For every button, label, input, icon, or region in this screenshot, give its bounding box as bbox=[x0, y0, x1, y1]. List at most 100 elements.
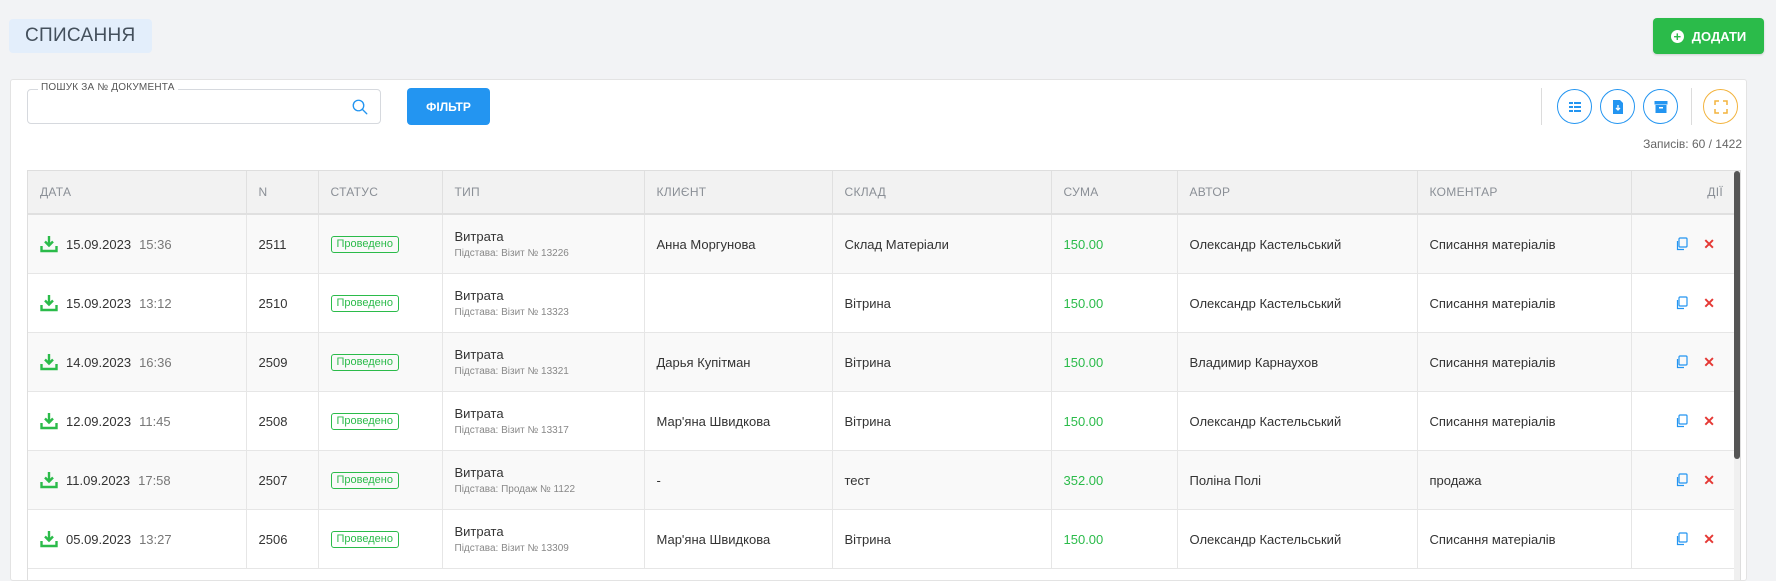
delete-icon[interactable]: ✕ bbox=[1703, 295, 1715, 312]
cell-actions: ✕ bbox=[1631, 273, 1735, 333]
add-button-label: ДОДАТИ bbox=[1691, 28, 1747, 44]
cell-actions: ✕ bbox=[1631, 450, 1735, 510]
column-header-n[interactable]: N bbox=[246, 171, 319, 215]
column-header-sum[interactable]: СУМА bbox=[1051, 171, 1178, 215]
scrollbar-thumb[interactable] bbox=[1734, 171, 1740, 459]
download-icon[interactable] bbox=[40, 294, 58, 312]
column-header-author[interactable]: АВТОР bbox=[1177, 171, 1418, 215]
export-icon[interactable] bbox=[1600, 89, 1635, 124]
cell-client: Анна Моргунова bbox=[644, 214, 833, 274]
basis-link[interactable]: Підстава: Продаж № 1122 bbox=[455, 484, 632, 495]
cell-comment: Списання матеріалів bbox=[1417, 391, 1632, 451]
column-header-warehouse[interactable]: СКЛАД bbox=[832, 171, 1052, 215]
search-icon[interactable] bbox=[351, 98, 369, 116]
download-icon[interactable] bbox=[40, 412, 58, 430]
basis-link[interactable]: Підстава: Візит № 13226 bbox=[455, 248, 632, 259]
column-header-client[interactable]: КЛИЄНТ bbox=[644, 171, 833, 215]
delete-icon[interactable]: ✕ bbox=[1703, 531, 1715, 548]
cell-type: Витрата Підстава: Візит № 13321 bbox=[442, 332, 645, 392]
fullscreen-icon[interactable] bbox=[1703, 89, 1738, 124]
cell-actions: ✕ bbox=[1631, 214, 1735, 274]
delete-icon[interactable]: ✕ bbox=[1703, 413, 1715, 430]
delete-icon[interactable]: ✕ bbox=[1703, 236, 1715, 253]
filter-button[interactable]: ФІЛЬТР bbox=[407, 88, 490, 125]
table-row[interactable]: 11.09.2023 17:58 2507 Проведено Витрата Підст… bbox=[28, 450, 1735, 510]
download-icon[interactable] bbox=[40, 353, 58, 371]
status-badge: Проведено bbox=[330, 472, 399, 489]
copy-icon[interactable] bbox=[1675, 414, 1689, 428]
type-value: Витрата bbox=[454, 406, 504, 421]
cell-date: 12.09.2023 11:45 bbox=[28, 391, 247, 451]
cell-warehouse: Вітрина bbox=[832, 391, 1052, 451]
cell-type: Витрата Підстава: Візит № 13317 bbox=[442, 391, 645, 451]
basis-link[interactable]: Підстава: Візит № 13323 bbox=[455, 307, 632, 318]
add-button[interactable]: + ДОДАТИ bbox=[1653, 18, 1764, 54]
column-header-date[interactable]: ДАТА bbox=[28, 171, 247, 215]
status-badge: Проведено bbox=[330, 413, 399, 430]
toolbar-divider bbox=[1691, 88, 1692, 125]
copy-icon[interactable] bbox=[1675, 473, 1689, 487]
column-header-status[interactable]: СТАТУС bbox=[318, 171, 443, 215]
search-input[interactable] bbox=[28, 90, 350, 125]
time-value: 11:45 bbox=[139, 413, 171, 429]
download-icon[interactable] bbox=[40, 235, 58, 253]
date-value: 15.09.2023 bbox=[66, 236, 132, 252]
cell-warehouse: тест bbox=[832, 450, 1052, 510]
cell-sum: 150.00 bbox=[1051, 273, 1178, 333]
cell-warehouse: Вітрина bbox=[832, 332, 1052, 392]
page-title: СПИСАННЯ bbox=[9, 19, 152, 53]
time-value: 15:36 bbox=[139, 236, 172, 252]
table-row[interactable]: 15.09.2023 15:36 2511 Проведено Витрата Підст… bbox=[28, 214, 1735, 274]
column-header-comment[interactable]: КОМЕНТАР bbox=[1417, 171, 1632, 215]
cell-client bbox=[644, 273, 833, 333]
type-value: Витрата bbox=[454, 288, 504, 303]
date-value: 15.09.2023 bbox=[66, 295, 132, 311]
table-row[interactable]: 14.09.2023 16:36 2509 Проведено Витрата Підст… bbox=[28, 332, 1735, 392]
cell-status: Проведено bbox=[318, 332, 443, 392]
cell-sum: 150.00 bbox=[1051, 332, 1178, 392]
time-value: 16:36 bbox=[139, 354, 172, 370]
cell-number: 2508 bbox=[246, 391, 319, 451]
cell-comment: Списання матеріалів bbox=[1417, 509, 1632, 569]
type-value: Витрата bbox=[454, 347, 504, 362]
cell-actions: ✕ bbox=[1631, 391, 1735, 451]
cell-status: Проведено bbox=[318, 391, 443, 451]
search-box: ПОШУК ЗА № ДОКУМЕНТА bbox=[27, 82, 381, 125]
cell-number: 2509 bbox=[246, 332, 319, 392]
copy-icon[interactable] bbox=[1675, 237, 1689, 251]
copy-icon[interactable] bbox=[1675, 355, 1689, 369]
cell-author: Владимир Карнаухов bbox=[1177, 332, 1418, 392]
table-row[interactable]: 12.09.2023 11:45 2508 Проведено Витрата Підст… bbox=[28, 391, 1735, 451]
delete-icon[interactable]: ✕ bbox=[1703, 354, 1715, 371]
type-value: Витрата bbox=[454, 465, 504, 480]
status-badge: Проведено bbox=[330, 295, 399, 312]
copy-icon[interactable] bbox=[1675, 296, 1689, 310]
cell-status: Проведено bbox=[318, 214, 443, 274]
column-header-type[interactable]: ТИП bbox=[442, 171, 645, 215]
columns-icon[interactable] bbox=[1557, 89, 1592, 124]
date-value: 12.09.2023 bbox=[66, 413, 132, 429]
download-icon[interactable] bbox=[40, 471, 58, 489]
basis-link[interactable]: Підстава: Візит № 13309 bbox=[455, 543, 632, 554]
basis-link[interactable]: Підстава: Візит № 13317 bbox=[455, 425, 632, 436]
table-header-row: ДАТА N СТАТУС ТИП КЛИЄНТ СКЛАД СУМА АВТО… bbox=[28, 171, 1735, 215]
cell-type: Витрата Підстава: Візит № 13309 bbox=[442, 509, 645, 569]
archive-icon[interactable] bbox=[1643, 89, 1678, 124]
delete-icon[interactable]: ✕ bbox=[1703, 472, 1715, 489]
status-badge: Проведено bbox=[330, 531, 399, 548]
copy-icon[interactable] bbox=[1675, 532, 1689, 546]
table-row[interactable]: 05.09.2023 13:27 2506 Проведено Витрата Підст… bbox=[28, 509, 1735, 569]
date-value: 14.09.2023 bbox=[66, 354, 132, 370]
basis-link[interactable]: Підстава: Візит № 13321 bbox=[455, 366, 632, 377]
table-row[interactable]: 15.09.2023 13:12 2510 Проведено Витрата Підст… bbox=[28, 273, 1735, 333]
cell-comment: продажа bbox=[1417, 450, 1632, 510]
table-scrollbar[interactable] bbox=[1734, 171, 1740, 580]
cell-client: Мар'яна Швидкова bbox=[644, 391, 833, 451]
records-count: Записів: 60 / 1422 bbox=[1643, 137, 1742, 151]
cell-comment: Списання матеріалів bbox=[1417, 214, 1632, 274]
cell-sum: 150.00 bbox=[1051, 214, 1178, 274]
cell-actions: ✕ bbox=[1631, 509, 1735, 569]
cell-comment: Списання матеріалів bbox=[1417, 332, 1632, 392]
download-icon[interactable] bbox=[40, 530, 58, 548]
cell-author: Олександр Кастельський bbox=[1177, 391, 1418, 451]
